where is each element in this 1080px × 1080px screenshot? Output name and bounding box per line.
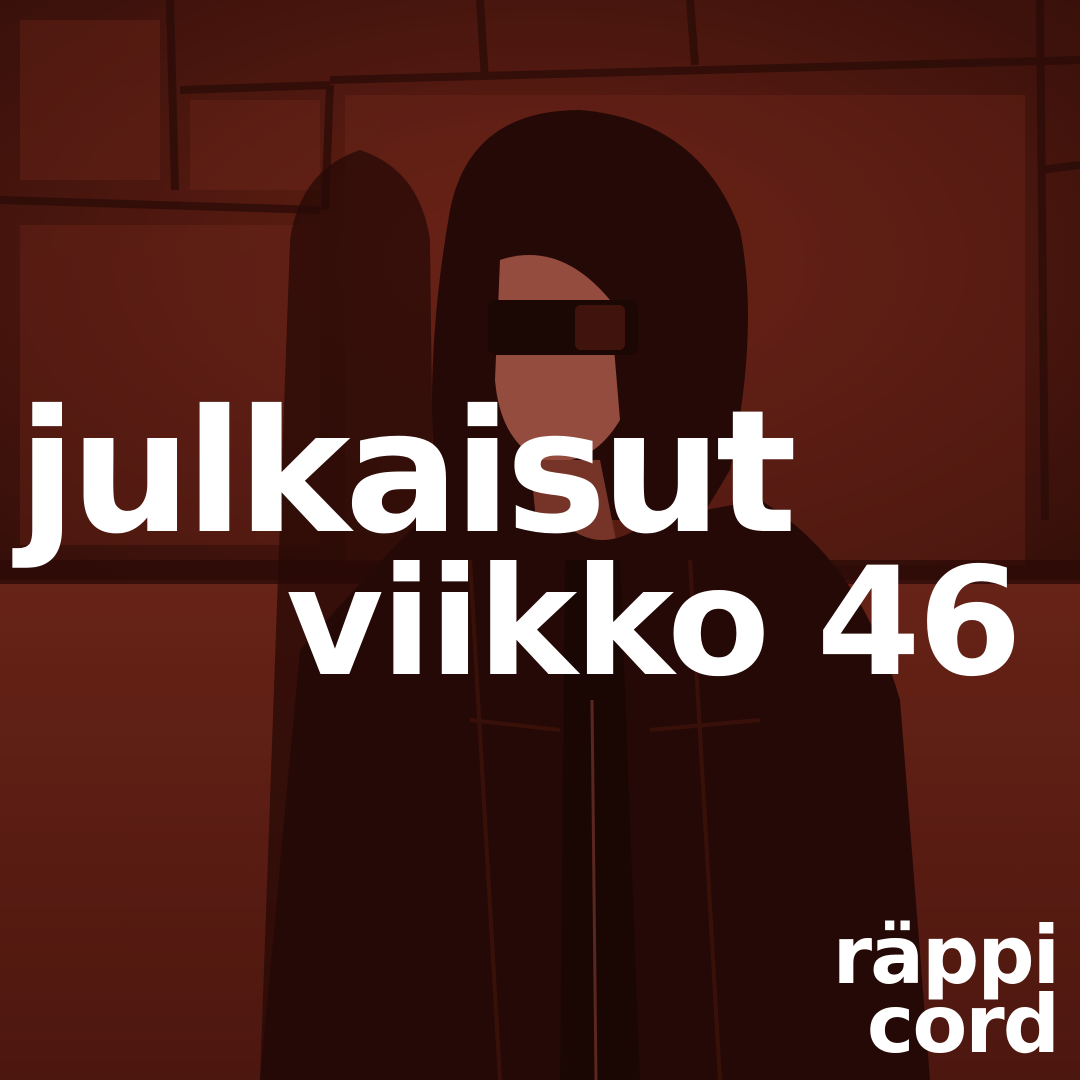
logo-line-2: cord — [866, 978, 1060, 1072]
poster-canvas: julkaisut viikko 46 räppi cord — [0, 0, 1080, 1080]
brand-logo: räppi cord — [833, 916, 1060, 1072]
headline-line-1: julkaisut — [18, 374, 797, 572]
headline-line-2: viikko 46 — [286, 536, 1022, 710]
